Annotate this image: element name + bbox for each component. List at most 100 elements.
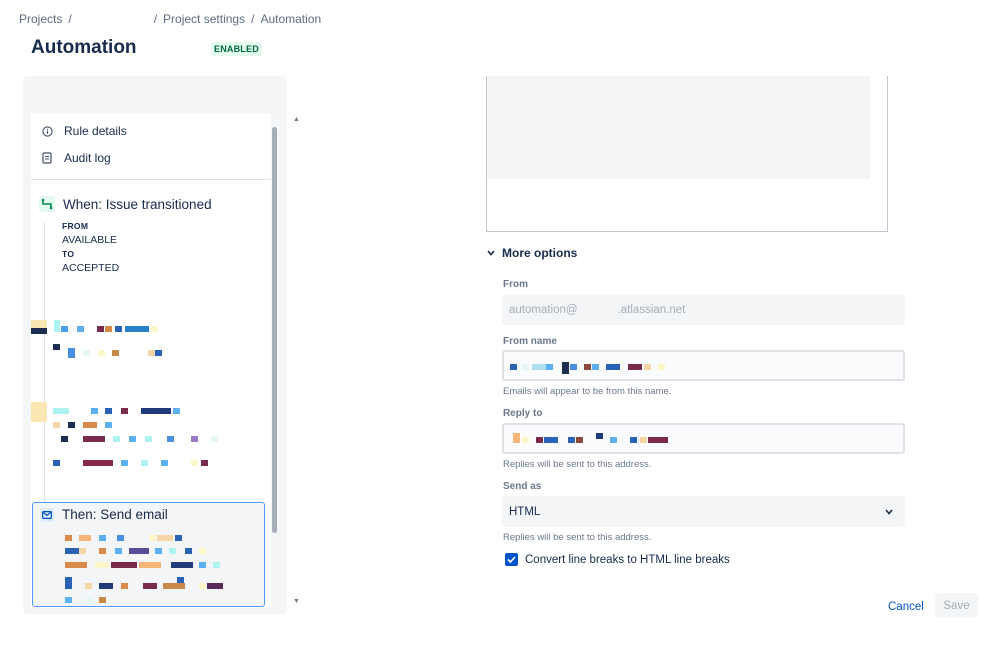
- redacted-pixel: [77, 326, 84, 332]
- audit-log-item[interactable]: Audit log: [31, 147, 111, 169]
- redacted-pixel: [53, 344, 60, 350]
- redacted-pixel: [65, 597, 72, 603]
- redacted-pixel: [155, 350, 162, 356]
- redacted-pixel: [522, 364, 529, 370]
- redacted-pixel: [199, 583, 206, 589]
- redacted-pixel: [99, 535, 106, 541]
- redacted-pixel: [91, 408, 98, 414]
- from-value-suffix: .atlassian.net: [617, 303, 686, 316]
- redacted-pixel: [536, 437, 543, 443]
- from-name-helper: Emails will appear to be from this name.: [503, 386, 672, 397]
- scroll-down-arrow-icon[interactable]: ▼: [293, 598, 300, 605]
- redacted-pixel: [121, 408, 128, 414]
- redacted-pixel: [155, 548, 162, 554]
- action-send-email[interactable]: Then: Send email: [32, 502, 265, 607]
- redacted-pixel: [630, 437, 637, 443]
- redacted-pixel: [149, 535, 156, 541]
- redacted-pixel: [129, 548, 149, 554]
- redacted-pixel: [161, 460, 168, 466]
- redacted-pixel: [97, 326, 104, 332]
- redacted-pixel: [596, 433, 603, 439]
- redacted-pixel: [112, 350, 119, 356]
- redacted-pixel: [143, 583, 157, 589]
- redacted-pixel: [79, 548, 86, 554]
- convert-line-breaks-row[interactable]: Convert line breaks to HTML line breaks: [505, 553, 730, 566]
- redacted-pixel: [117, 535, 124, 541]
- send-as-value: HTML: [509, 505, 541, 518]
- reply-to-label: Reply to: [503, 408, 543, 419]
- scroll-up-arrow-icon[interactable]: ▲: [293, 116, 300, 123]
- breadcrumb-project-settings[interactable]: Project settings: [163, 12, 245, 26]
- rule-details-item[interactable]: Rule details: [31, 120, 127, 142]
- redacted-pixel: [61, 326, 68, 332]
- redacted-pixel: [31, 402, 47, 422]
- redacted-pixel: [513, 433, 520, 443]
- redacted-pixel: [157, 535, 173, 541]
- redacted-pixel: [83, 350, 90, 356]
- redacted-pixel: [65, 562, 87, 568]
- action-title: Then: Send email: [62, 507, 168, 522]
- email-body-editor[interactable]: [486, 76, 888, 232]
- redacted-pixel: [640, 437, 647, 443]
- redacted-pixel: [61, 436, 68, 442]
- redacted-pixel: [105, 326, 112, 332]
- redacted-pixel: [68, 348, 75, 358]
- redacted-pixel: [644, 364, 651, 370]
- more-options-label: More options: [502, 246, 578, 260]
- document-icon: [40, 151, 54, 165]
- redacted-pixel: [85, 583, 92, 589]
- redacted-pixel: [68, 422, 75, 428]
- transition-icon: [39, 196, 55, 212]
- from-name-label: From name: [503, 336, 557, 347]
- redacted-pixel: [139, 562, 161, 568]
- redacted-pixel: [53, 422, 60, 428]
- send-as-select[interactable]: HTML: [502, 496, 905, 527]
- redacted-pixel: [121, 460, 128, 466]
- redacted-pixel: [148, 350, 155, 356]
- redacted-pixel: [522, 437, 529, 443]
- redacted-component[interactable]: [31, 314, 271, 364]
- breadcrumb-project-redacted[interactable]: [78, 12, 148, 26]
- redacted-pixel: [151, 326, 158, 332]
- rule-panel-scrollbar[interactable]: [272, 127, 277, 533]
- cancel-button[interactable]: Cancel: [880, 596, 932, 618]
- chevron-down-icon: [885, 506, 893, 518]
- trigger-item[interactable]: When: Issue transitioned: [31, 196, 212, 212]
- breadcrumb-separator: /: [251, 12, 255, 26]
- redacted-pixel: [199, 548, 206, 554]
- rule-details-label: Rule details: [64, 124, 127, 138]
- breadcrumb-projects[interactable]: Projects: [19, 12, 62, 26]
- redacted-pixel: [113, 436, 120, 442]
- from-value-prefix: automation@: [509, 303, 578, 316]
- redacted-pixel: [592, 364, 599, 370]
- redacted-pixel: [53, 460, 60, 466]
- redacted-pixel: [125, 326, 149, 332]
- save-button[interactable]: Save: [935, 593, 978, 618]
- breadcrumb-separator: /: [68, 12, 72, 26]
- redacted-pixel: [99, 597, 106, 603]
- redacted-pixel: [65, 535, 72, 541]
- send-as-label: Send as: [503, 481, 542, 492]
- reply-to-field[interactable]: [502, 423, 905, 454]
- redacted-pixel: [213, 562, 220, 568]
- redacted-pixel: [83, 436, 105, 442]
- redacted-pixel: [658, 364, 665, 370]
- action-header: Then: Send email: [33, 507, 168, 522]
- more-options-toggle[interactable]: More options: [487, 246, 577, 260]
- divider: [31, 179, 271, 180]
- page-title: Automation: [31, 37, 137, 58]
- redacted-pixel: [201, 460, 208, 466]
- redacted-pixel: [141, 460, 148, 466]
- redacted-pixel: [562, 362, 569, 374]
- redacted-component[interactable]: [31, 398, 271, 476]
- redacted-pixel: [211, 436, 218, 442]
- redacted-pixel: [606, 364, 620, 370]
- redacted-pixel: [207, 583, 223, 589]
- redacted-pixel: [85, 597, 92, 603]
- redacted-pixel: [177, 577, 184, 583]
- redacted-pixel: [95, 562, 109, 568]
- redacted-pixel: [169, 548, 176, 554]
- breadcrumb-current: Automation: [260, 12, 322, 26]
- from-name-field[interactable]: [502, 350, 905, 381]
- convert-line-breaks-checkbox[interactable]: [505, 553, 518, 566]
